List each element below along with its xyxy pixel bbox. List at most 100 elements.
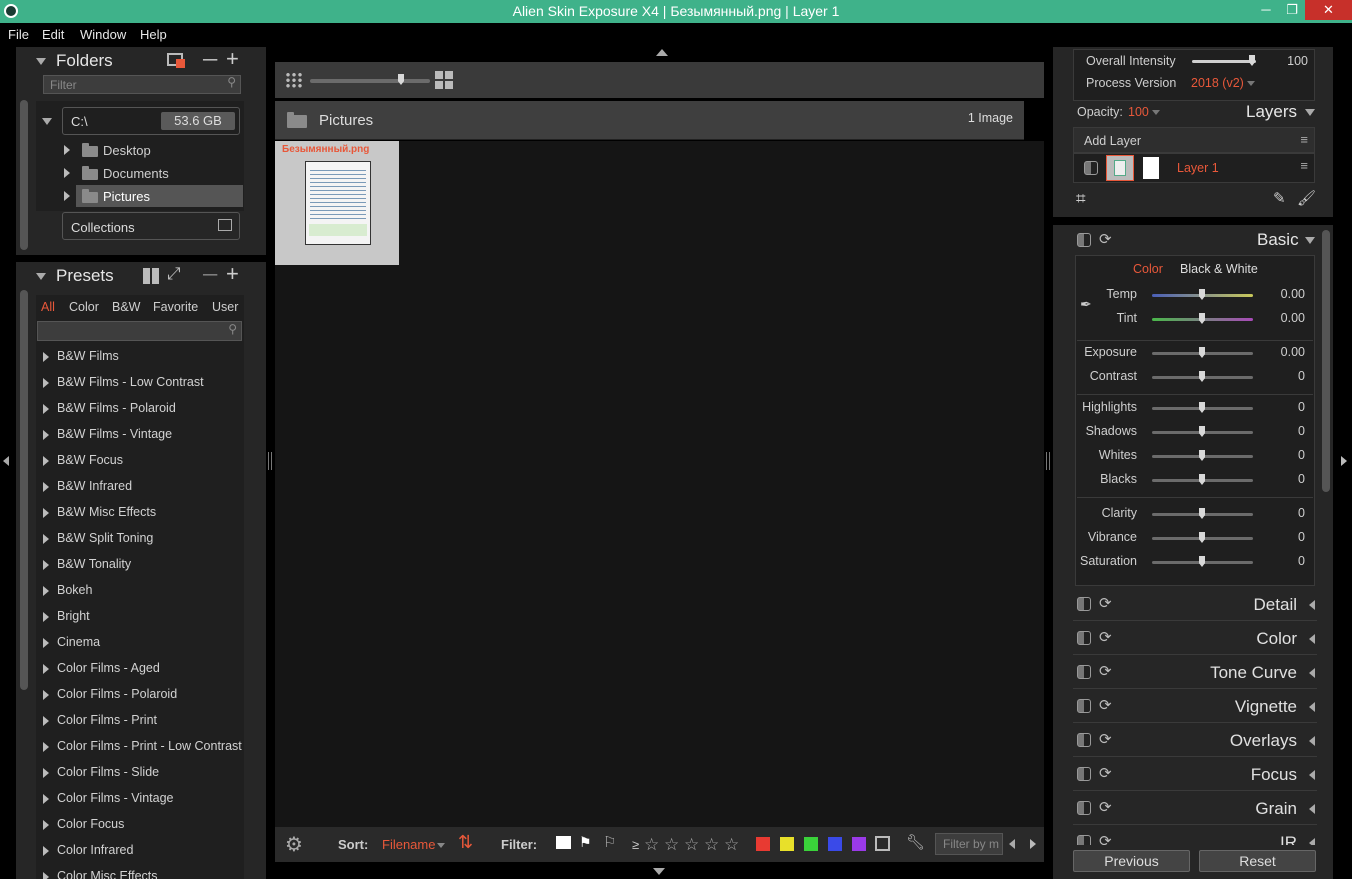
- expand-icon[interactable]: [43, 768, 49, 778]
- adjust-value[interactable]: 0.00: [1255, 311, 1305, 325]
- preset-item[interactable]: B&W Tonality: [36, 552, 244, 578]
- expand-icon[interactable]: [43, 846, 49, 856]
- adjust-value[interactable]: 0: [1255, 448, 1305, 462]
- flag-rejected-icon[interactable]: ⚑: [579, 834, 592, 851]
- expand-icon[interactable]: [43, 352, 49, 362]
- previous-button[interactable]: Previous: [1073, 850, 1190, 872]
- preset-item[interactable]: Bokeh: [36, 578, 244, 604]
- fullscreen-icon[interactable]: ⤢: [167, 264, 181, 284]
- expand-icon[interactable]: [43, 482, 49, 492]
- section-expand-icon[interactable]: [1309, 702, 1315, 712]
- sort-direction-icon[interactable]: ⇅: [458, 832, 473, 853]
- expand-icon[interactable]: [43, 404, 49, 414]
- preset-item[interactable]: B&W Films - Polaroid: [36, 396, 244, 422]
- collapse-right-icon[interactable]: [1341, 456, 1347, 466]
- grid-view-icon[interactable]: [143, 268, 159, 284]
- remove-preset-icon[interactable]: ─: [203, 264, 217, 287]
- adjust-value[interactable]: 0: [1255, 424, 1305, 438]
- basic-reset-icon[interactable]: ⟳: [1099, 230, 1112, 248]
- tab-all[interactable]: All: [41, 300, 55, 314]
- preset-item[interactable]: B&W Split Toning: [36, 526, 244, 552]
- section-color[interactable]: ⟳ Color: [1073, 623, 1317, 655]
- expand-icon[interactable]: [43, 690, 49, 700]
- section-reset-icon[interactable]: ⟳: [1099, 764, 1112, 782]
- filter-search-input[interactable]: Filter by m: [935, 833, 1003, 855]
- presets-scrollbar[interactable]: [20, 290, 28, 690]
- intensity-slider[interactable]: [1192, 60, 1256, 63]
- section-expand-icon[interactable]: [1309, 668, 1315, 678]
- add-layer-row[interactable]: Add Layer ≡: [1073, 127, 1315, 153]
- opacity-dropdown[interactable]: 100: [1128, 105, 1149, 119]
- preset-item[interactable]: Bright: [36, 604, 244, 630]
- preset-item[interactable]: Color Misc Effects: [36, 864, 244, 879]
- adjust-value[interactable]: 0: [1255, 530, 1305, 544]
- adjust-value[interactable]: 0: [1255, 554, 1305, 568]
- expand-icon[interactable]: [43, 430, 49, 440]
- expand-pictures-icon[interactable]: [64, 191, 70, 201]
- adjustments-scrollbar[interactable]: [1322, 230, 1330, 492]
- section-enable-toggle[interactable]: [1077, 665, 1091, 679]
- remove-folder-icon[interactable]: ─: [203, 49, 217, 72]
- section-tone-curve[interactable]: ⟳ Tone Curve: [1073, 657, 1317, 689]
- section-reset-icon[interactable]: ⟳: [1099, 730, 1112, 748]
- reset-button[interactable]: Reset: [1199, 850, 1316, 872]
- preset-item[interactable]: Color Films - Aged: [36, 656, 244, 682]
- preset-item[interactable]: B&W Films - Vintage: [36, 422, 244, 448]
- rating-operator[interactable]: ≥: [632, 837, 639, 852]
- section-expand-icon[interactable]: [1309, 600, 1315, 610]
- preset-item[interactable]: B&W Misc Effects: [36, 500, 244, 526]
- preset-item[interactable]: Color Films - Slide: [36, 760, 244, 786]
- preset-item[interactable]: Color Films - Vintage: [36, 786, 244, 812]
- expand-icon[interactable]: [43, 586, 49, 596]
- tab-color[interactable]: Color: [69, 300, 99, 314]
- section-vignette[interactable]: ⟳ Vignette: [1073, 691, 1317, 723]
- section-enable-toggle[interactable]: [1077, 631, 1091, 645]
- small-thumbs-icon[interactable]: [285, 72, 303, 88]
- preset-item[interactable]: Color Films - Print - Low Contrast: [36, 734, 244, 760]
- basic-collapse-icon[interactable]: [1305, 237, 1315, 244]
- expand-desktop-icon[interactable]: [64, 145, 70, 155]
- basic-enable-toggle[interactable]: [1077, 233, 1091, 247]
- left-splitter-handle[interactable]: [268, 452, 272, 470]
- layer-thumbnail[interactable]: [1106, 155, 1134, 181]
- flag-picked-icon[interactable]: [556, 836, 571, 849]
- menu-icon[interactable]: ≡: [1300, 132, 1308, 147]
- color-label-none[interactable]: [875, 836, 890, 851]
- color-label-swatch[interactable]: [852, 837, 866, 851]
- section-reset-icon[interactable]: ⟳: [1099, 628, 1112, 646]
- section-reset-icon[interactable]: ⟳: [1099, 696, 1112, 714]
- section-expand-icon[interactable]: [1309, 804, 1315, 814]
- layer-row[interactable]: Layer 1 ≡: [1073, 153, 1315, 183]
- folder-item-documents[interactable]: Documents: [103, 166, 169, 181]
- star-icon[interactable]: ☆: [644, 835, 659, 855]
- star-icon[interactable]: ☆: [704, 835, 719, 855]
- star-icon[interactable]: ☆: [684, 835, 699, 855]
- expand-icon[interactable]: [43, 716, 49, 726]
- adjust-value[interactable]: 0: [1255, 472, 1305, 486]
- new-folder-icon[interactable]: [167, 53, 185, 68]
- mode-bw-tab[interactable]: Black & White: [1180, 262, 1258, 276]
- layer-mask-thumbnail[interactable]: [1143, 157, 1159, 179]
- section-detail[interactable]: ⟳ Detail: [1073, 589, 1317, 621]
- section-overlays[interactable]: ⟳ Overlays: [1073, 725, 1317, 757]
- thumb-size-slider[interactable]: [310, 79, 430, 83]
- preset-item[interactable]: Color Films - Polaroid: [36, 682, 244, 708]
- section-reset-icon[interactable]: ⟳: [1099, 662, 1112, 680]
- mode-color-tab[interactable]: Color: [1133, 262, 1163, 276]
- star-icon[interactable]: ☆: [724, 835, 739, 855]
- collections-row[interactable]: Collections: [62, 212, 240, 240]
- brush-icon[interactable]: 🖌︎: [1297, 189, 1316, 207]
- expand-icon[interactable]: [43, 794, 49, 804]
- flag-unflagged-icon[interactable]: ⚐: [603, 833, 616, 851]
- scroll-right-icon[interactable]: [1030, 839, 1036, 849]
- tab-favorite[interactable]: Favorite: [153, 300, 198, 314]
- process-version-dropdown[interactable]: 2018 (v2): [1191, 76, 1244, 90]
- preset-item[interactable]: B&W Focus: [36, 448, 244, 474]
- section-enable-toggle[interactable]: [1077, 733, 1091, 747]
- expand-icon[interactable]: [43, 742, 49, 752]
- expand-icon[interactable]: [43, 560, 49, 570]
- preset-item[interactable]: B&W Films: [36, 344, 244, 370]
- expand-icon[interactable]: [43, 820, 49, 830]
- section-ir[interactable]: ⟳ IR: [1073, 827, 1317, 847]
- folder-item-pictures[interactable]: Pictures: [103, 189, 150, 204]
